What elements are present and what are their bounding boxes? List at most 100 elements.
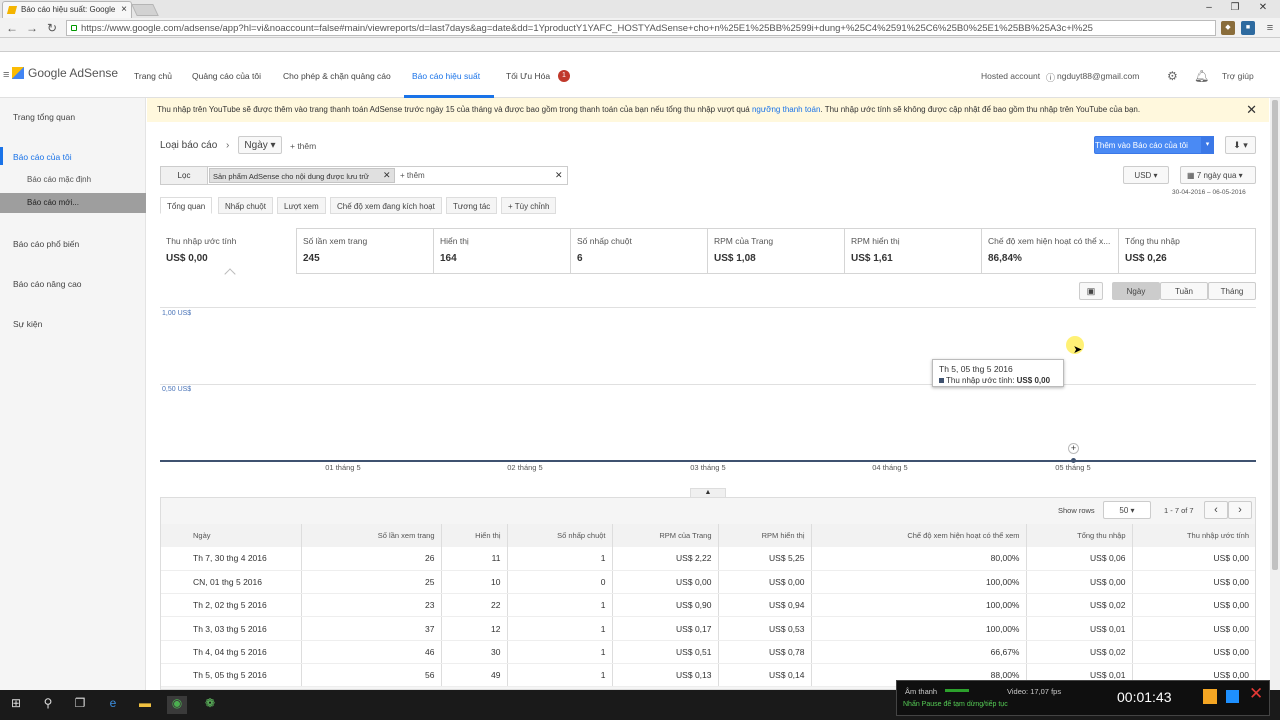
bell-icon[interactable]: 🔔︎ [1194,69,1209,83]
hamburger-icon[interactable]: ≡ [3,69,9,81]
report-table: Ngày Số lần xem trang Hiển thị Số nhấp c… [161,524,1255,688]
remove-filter-icon[interactable]: ✕ [383,170,391,181]
metric-active-view-viewable[interactable]: Chế độ xem hiện hoạt có thể x... 86,84% [982,228,1119,274]
audio-label: Âm thanh [905,687,938,696]
filter-label[interactable]: Lọc [161,167,208,184]
granularity-month[interactable]: Tháng [1208,282,1256,300]
report-type-label: Loại báo cáo [160,140,218,151]
add-dimension-link[interactable]: + thêm [290,141,316,151]
column-header[interactable]: RPM hiển thị [718,524,812,547]
granularity-day[interactable]: Ngày [1112,282,1160,300]
date-range-select[interactable]: ▦ 7 ngày qua ▾ [1180,166,1256,184]
recorder-app-icon[interactable]: ❁ [200,696,220,714]
minimize-icon[interactable]: – [1196,0,1222,16]
nav-performance-reports[interactable]: Báo cáo hiệu suất [412,71,480,81]
close-recorder-icon[interactable]: ✕ [1249,684,1263,704]
metric-label: RPM của Trang [714,236,774,246]
nav-optimization[interactable]: Tối Ưu Hóa [506,71,550,81]
extension-icon[interactable]: ◆ [1221,21,1235,35]
payment-threshold-link[interactable]: ngưỡng thanh toán [752,105,820,114]
prev-page-icon[interactable]: ‹ [1204,501,1228,519]
tab-active-view[interactable]: Chế độ xem đang kích hoạt [330,197,442,214]
table-cell: 12 [441,616,508,641]
sidebar-item-new-report[interactable]: Báo cáo mới... [0,193,146,213]
pause-icon[interactable] [1203,689,1217,704]
adsense-logo[interactable]: Google AdSense [12,66,118,80]
next-page-icon[interactable]: › [1228,501,1252,519]
metric-total-earnings[interactable]: Tổng thu nhập US$ 0,26 [1119,228,1256,274]
edge-icon[interactable]: e [103,696,123,714]
tab-interactions[interactable]: Tương tác [446,197,498,214]
nav-my-ads[interactable]: Quảng cáo của tôi [192,71,261,81]
sidebar-item-events[interactable]: Sự kiện [13,319,42,329]
metric-label: Chế độ xem hiện hoạt có thể x... [988,236,1111,246]
column-header[interactable]: Tổng thu nhập [1026,524,1133,547]
screen-recorder-panel: Âm thanh Video: 17,07 fps Nhấn Pause để … [896,680,1270,716]
gear-icon[interactable]: ⚙ [1167,69,1178,83]
sidebar-item-my-reports[interactable]: Báo cáo của tôi [13,152,72,162]
forward-icon[interactable]: → [24,20,40,36]
url-field[interactable]: https://www.google.com/adsense/app?hl=vi… [66,20,1216,36]
tab-overview[interactable]: Tổng quan [160,197,213,214]
reload-icon[interactable]: ↻ [44,20,60,36]
series-marker [939,378,944,383]
close-window-icon[interactable]: ✕ [1250,0,1276,16]
metric-clicks[interactable]: Số nhấp chuột 6 [571,228,708,274]
granularity-week[interactable]: Tuần [1160,282,1208,300]
add-annotation-icon[interactable]: + [1068,443,1079,454]
report-type-select[interactable]: Ngày ▾ [238,136,282,154]
comment-icon[interactable]: ▣ [1079,282,1103,300]
tab-clicks[interactable]: Nhấp chuột [218,197,273,214]
back-icon[interactable]: ← [4,20,20,36]
menu-icon[interactable]: ≡ [1262,20,1278,36]
column-header[interactable]: Chế độ xem hiện hoạt có thể xem [811,524,1027,547]
table-cell: US$ 2,22 [612,547,719,571]
stop-icon[interactable] [1226,690,1239,703]
nav-home[interactable]: Trang chủ [134,71,172,81]
close-tab-icon[interactable]: × [121,4,127,15]
sidebar-item-advanced-reports[interactable]: Báo cáo nâng cao [13,279,82,289]
sidebar [0,98,146,690]
column-header[interactable]: Ngày [161,524,302,547]
chrome-icon[interactable]: ◉ [167,696,187,714]
browser-tab[interactable]: Báo cáo hiệu suất: Google × [2,1,132,18]
table-cell: US$ 0,94 [718,593,812,618]
filter-chip-text: Sản phẩm AdSense cho nội dung được lưu t… [213,172,369,181]
column-header[interactable]: Số nhấp chuột [507,524,613,547]
file-explorer-icon[interactable]: ▬ [135,696,155,714]
metric-page-rpm[interactable]: RPM của Trang US$ 1,08 [708,228,845,274]
help-link[interactable]: Trợ giúp [1222,71,1254,81]
table-cell: US$ 0,00 [1132,616,1255,641]
add-to-my-reports-button[interactable]: Thêm vào Báo cáo của tôi [1094,136,1214,154]
column-header[interactable]: Thu nhập ước tính [1132,524,1255,547]
currency-select[interactable]: USD ▾ [1123,166,1169,184]
scrollbar-thumb[interactable] [1272,100,1278,570]
extension-icon-2[interactable]: ■ [1241,21,1255,35]
add-filter-link[interactable]: + thêm [400,171,425,180]
metric-impression-rpm[interactable]: RPM hiển thị US$ 1,61 [845,228,982,274]
tab-customize[interactable]: + Tùy chỉnh [501,197,557,214]
metric-page-views[interactable]: Số lần xem trang 245 [297,228,434,274]
search-icon[interactable]: ⚲ [38,696,58,714]
metric-estimated-earnings[interactable]: Thu nhập ước tính US$ 0,00 [160,228,297,274]
tab-views[interactable]: Lượt xem [277,197,326,214]
chart-point[interactable] [1071,458,1076,463]
add-to-reports-dropdown-icon[interactable]: ▾ [1201,136,1214,154]
nav-allow-block-ads[interactable]: Cho phép & chặn quảng cáo [283,71,391,81]
column-header[interactable]: RPM của Trang [612,524,719,547]
clear-filter-icon[interactable]: ✕ [555,170,563,181]
show-rows-select[interactable]: 50 ▾ [1103,501,1151,519]
recording-timer: 00:01:43 [1117,689,1172,705]
sidebar-item-overview[interactable]: Trang tổng quan [13,112,75,122]
close-notice-icon[interactable]: ✕ [1246,102,1257,118]
windows-start-icon[interactable]: ⊞ [6,696,26,714]
column-header[interactable]: Số lần xem trang [301,524,442,547]
sidebar-item-popular-reports[interactable]: Báo cáo phổ biến [13,239,79,249]
sidebar-item-default-report[interactable]: Báo cáo mặc định [27,175,91,184]
download-icon[interactable]: ⬇ ▾ [1225,136,1256,154]
column-header[interactable]: Hiển thị [441,524,508,547]
metric-impressions[interactable]: Hiển thị 164 [434,228,571,274]
account-email[interactable]: ngduyt88@gmail.com [1057,71,1139,81]
task-view-icon[interactable]: ❐ [70,696,90,714]
maximize-icon[interactable]: ❐ [1222,0,1248,16]
